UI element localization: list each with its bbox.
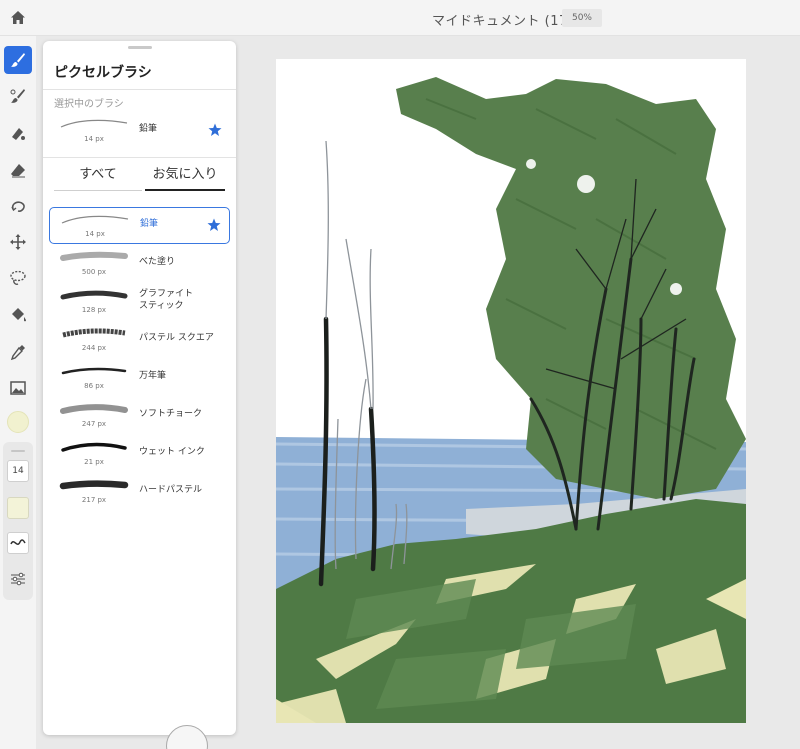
- top-bar: マイドキュメント (17) 50%: [0, 0, 800, 36]
- brush-name: ソフトチョーク: [139, 409, 203, 419]
- brush-list-item[interactable]: 21 px ウェット インク: [49, 436, 230, 473]
- smudge-icon: [12, 128, 25, 140]
- brush-size-label: 247 px: [81, 420, 107, 428]
- brush-opacity-control[interactable]: [7, 497, 29, 519]
- brush-name: べた塗り: [139, 257, 176, 267]
- tab-favorites[interactable]: お気に入り: [145, 165, 225, 191]
- document-title: マイドキュメント (17): [432, 14, 574, 29]
- brush-stroke-preview: [61, 367, 127, 375]
- zoom-level[interactable]: 50%: [562, 9, 602, 27]
- brush-stroke-preview: [62, 328, 126, 338]
- brush-stroke-preview: [61, 442, 127, 452]
- brush-list-item[interactable]: 14 px 鉛筆: [49, 207, 230, 244]
- sliders-icon: [11, 572, 25, 586]
- panel-title: ピクセルブラシ: [54, 65, 152, 81]
- brush-size-label: 86 px: [84, 382, 104, 390]
- brush-filter-tabs: すべて お気に入り: [54, 165, 225, 191]
- panel-drag-handle[interactable]: [128, 46, 152, 49]
- brush-stroke-preview: [60, 251, 128, 261]
- brush-list-item[interactable]: 247 px ソフトチョーク: [49, 398, 230, 435]
- brush-tool-button[interactable]: [4, 46, 32, 74]
- brush-size-label: 500 px: [81, 268, 107, 276]
- brush-stroke-preview: [61, 215, 129, 224]
- current-brush-label: 選択中のブラシ: [54, 99, 124, 110]
- brush-stroke-preview: [60, 290, 128, 300]
- lasso-icon: [10, 270, 26, 285]
- brush-stroke-preview: [59, 480, 129, 490]
- brush-size-label: 244 px: [81, 344, 107, 352]
- mixer-brush-icon: [10, 89, 25, 103]
- eraser-tool-button[interactable]: [4, 156, 32, 184]
- fill-icon: [12, 308, 26, 322]
- brush-size-control[interactable]: 14: [7, 460, 29, 482]
- brush-name: ウェット インク: [139, 447, 205, 457]
- group-handle: [11, 450, 25, 452]
- brush-list-item[interactable]: 86 px 万年筆: [49, 360, 230, 397]
- brush-name: 鉛筆: [139, 124, 158, 134]
- brush-size-label: 14 px: [84, 135, 104, 143]
- painting-artwork: [276, 77, 746, 723]
- home-icon[interactable]: [9, 9, 27, 27]
- liquify-icon: [11, 201, 25, 212]
- brush-settings-group: 14: [3, 442, 33, 600]
- brush-size-label: 14 px: [85, 230, 105, 238]
- fill-tool-button[interactable]: [4, 301, 32, 329]
- brush-size-label: 21 px: [84, 458, 104, 466]
- current-brush[interactable]: 14 px 鉛筆: [49, 113, 230, 150]
- brush-name: パステル スクエア: [139, 333, 214, 343]
- liquify-tool-button[interactable]: [4, 192, 32, 220]
- brush-icon: [11, 53, 25, 67]
- current-color-swatch[interactable]: [7, 411, 29, 433]
- star-icon[interactable]: [207, 218, 221, 232]
- brush-settings-button[interactable]: [7, 568, 29, 590]
- brush-stroke-preview: [60, 119, 128, 128]
- lasso-tool-button[interactable]: [4, 264, 32, 292]
- star-icon[interactable]: [208, 123, 222, 137]
- move-tool-button[interactable]: [4, 228, 32, 256]
- mixer-brush-tool-button[interactable]: [4, 82, 32, 110]
- brush-name: 万年筆: [139, 371, 167, 381]
- tab-all[interactable]: すべて: [54, 165, 142, 191]
- brush-name: 鉛筆: [140, 219, 159, 229]
- left-toolbar: 14: [0, 36, 36, 749]
- pixel-brush-panel: ピクセルブラシ 選択中のブラシ 14 px 鉛筆 すべて お気に入り 14 px…: [43, 41, 236, 735]
- image-tool-button[interactable]: [4, 374, 32, 402]
- brush-size-label: 217 px: [81, 496, 107, 504]
- eraser-icon: [11, 164, 25, 178]
- eyedropper-icon: [10, 345, 25, 361]
- brush-list-item[interactable]: 500 px べた塗り: [49, 246, 230, 283]
- drawing-canvas[interactable]: [276, 59, 746, 723]
- smoothing-control[interactable]: [7, 532, 29, 554]
- eyedropper-tool-button[interactable]: [4, 338, 32, 366]
- brush-list-item[interactable]: 217 px ハードパステル: [49, 474, 230, 511]
- brush-name: グラファイト スティック: [139, 289, 194, 311]
- brush-stroke-preview: [60, 404, 128, 414]
- divider: [43, 89, 236, 90]
- image-icon: [10, 381, 26, 395]
- divider: [43, 157, 236, 158]
- wave-icon: [10, 539, 26, 546]
- brush-list-item[interactable]: 244 px パステル スクエア: [49, 322, 230, 359]
- brush-list-item[interactable]: 128 px グラファイト スティック: [49, 284, 230, 321]
- move-icon: [10, 234, 26, 250]
- smudge-tool-button[interactable]: [4, 119, 32, 147]
- brush-size-label: 128 px: [81, 306, 107, 314]
- brush-name: ハードパステル: [139, 485, 203, 495]
